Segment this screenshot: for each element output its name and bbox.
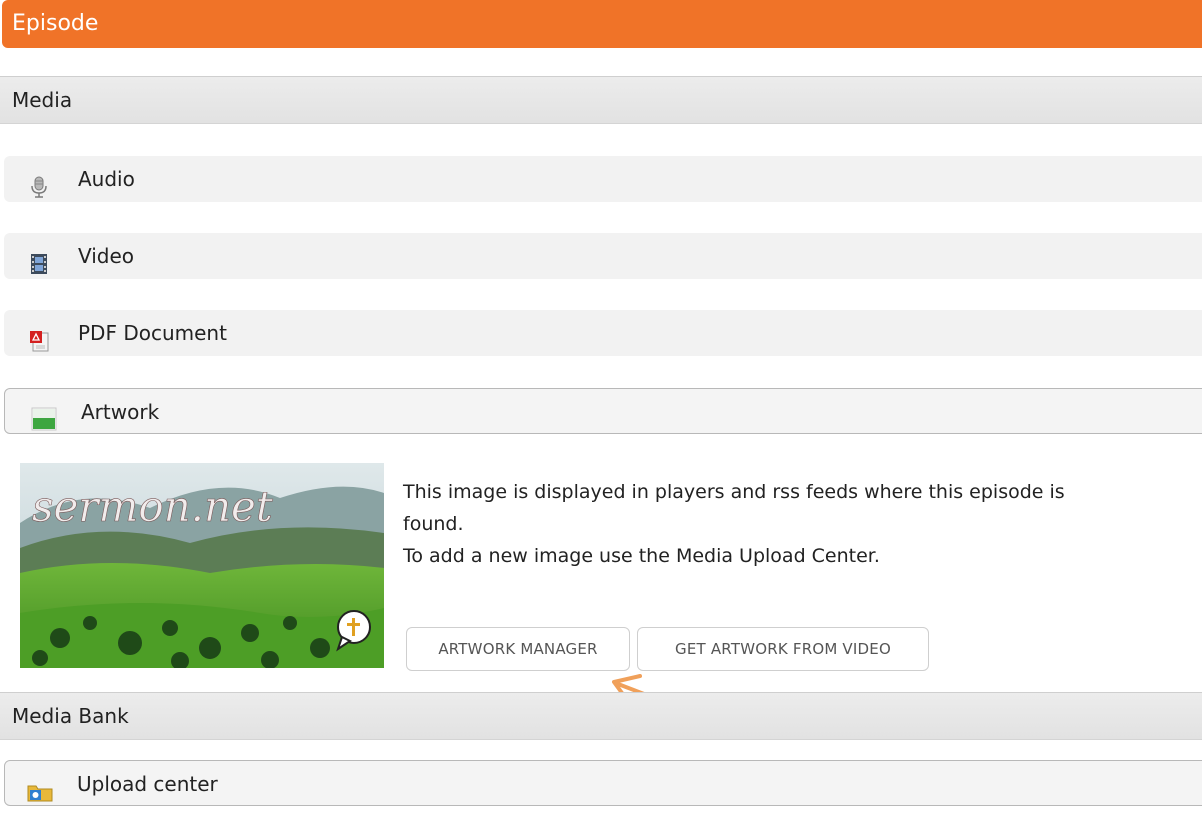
media-bank-title: Media Bank xyxy=(12,704,129,728)
artwork-description-line: found. xyxy=(403,513,464,535)
upload-folder-icon xyxy=(27,773,53,802)
media-item-label: PDF Document xyxy=(78,321,227,345)
episode-header: Episode xyxy=(2,0,1202,48)
episode-title: Episode xyxy=(12,11,99,36)
artwork-description-line: This image is displayed in players and r… xyxy=(403,481,1065,503)
artwork-image: sermon.net xyxy=(20,463,384,668)
artwork-manager-button[interactable]: ARTWORK MANAGER xyxy=(406,627,630,671)
artwork-description-line: To add a new image use the Media Upload … xyxy=(403,545,880,567)
media-item-pdf[interactable]: PDF Document xyxy=(4,310,1202,356)
media-item-label: Video xyxy=(78,244,135,268)
artwork-icon xyxy=(31,401,57,431)
upload-center-item[interactable]: Upload center xyxy=(4,760,1202,806)
pdf-icon xyxy=(28,322,50,352)
artwork-image-caption: sermon.net xyxy=(32,482,273,531)
get-artwork-from-video-button[interactable]: GET ARTWORK FROM VIDEO xyxy=(637,627,929,671)
media-item-label: Audio xyxy=(78,167,135,191)
media-item-label: Artwork xyxy=(81,400,160,424)
artwork-description: This image is displayed in players and r… xyxy=(403,476,1065,572)
media-bank-section-header: Media Bank xyxy=(0,692,1202,740)
media-item-audio[interactable]: Audio xyxy=(4,156,1202,202)
upload-center-label: Upload center xyxy=(77,772,218,796)
media-section-title: Media xyxy=(12,88,73,112)
microphone-icon xyxy=(28,168,50,198)
media-section-header: Media xyxy=(0,76,1202,124)
film-icon xyxy=(28,245,50,274)
media-item-video[interactable]: Video xyxy=(4,233,1202,279)
media-item-artwork[interactable]: Artwork xyxy=(4,388,1202,434)
